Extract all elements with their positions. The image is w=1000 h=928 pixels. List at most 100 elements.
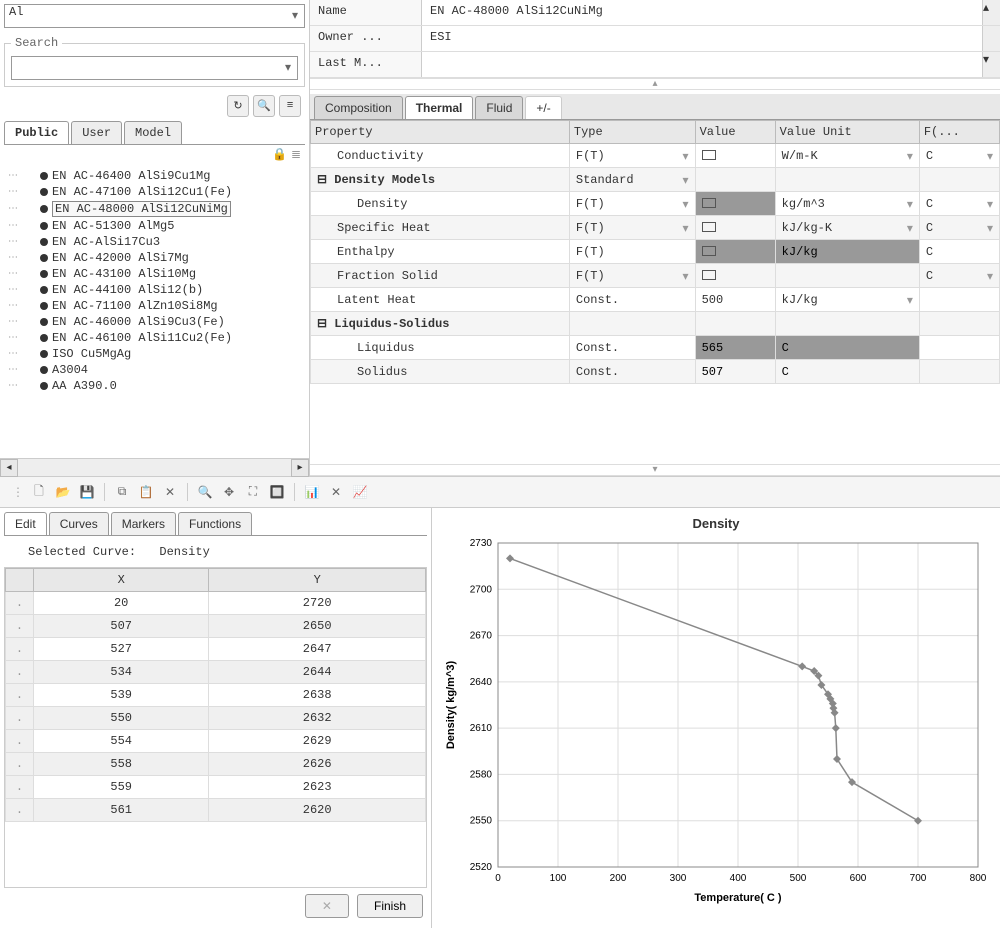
tree-item[interactable]: ⋯EN AC-46400 AlSi9Cu1Mg xyxy=(8,168,301,184)
collapse-handle-down[interactable]: ▾ xyxy=(310,464,1000,476)
scrollbar[interactable] xyxy=(982,26,1000,51)
zoom-box-icon[interactable]: ⛶ xyxy=(244,483,262,501)
prop-funit[interactable] xyxy=(919,168,999,192)
row-header[interactable]: . xyxy=(6,615,34,638)
prop-funit[interactable] xyxy=(919,360,999,384)
cell-x[interactable]: 527 xyxy=(34,638,209,661)
tree-item[interactable]: ⋯EN AC-48000 AlSi12CuNiMg xyxy=(8,200,301,218)
tab-plus[interactable]: +/- xyxy=(525,96,561,119)
prop-unit[interactable]: W/m-K xyxy=(775,144,919,168)
filter-icon[interactable]: ≣ xyxy=(291,147,301,162)
collapse-handle-up[interactable]: ▴ xyxy=(310,78,1000,90)
binoculars-icon[interactable]: 🔍 xyxy=(253,95,275,117)
tree-item[interactable]: ⋯EN AC-AlSi17Cu3 xyxy=(8,234,301,250)
type-select[interactable]: Al xyxy=(4,4,305,28)
tree-item[interactable]: ⋯EN AC-47100 AlSi12Cu1(Fe) xyxy=(8,184,301,200)
prop-funit[interactable]: C xyxy=(919,192,999,216)
scroll-up-icon[interactable]: ▴ xyxy=(982,0,1000,25)
tab-user[interactable]: User xyxy=(71,121,122,144)
prop-value[interactable]: 500 xyxy=(695,288,775,312)
tree-item[interactable]: ⋯A3004 xyxy=(8,362,301,378)
tree-item[interactable]: ⋯EN AC-46100 AlSi11Cu2(Fe) xyxy=(8,330,301,346)
tab-edit[interactable]: Edit xyxy=(4,512,47,535)
prop-value[interactable] xyxy=(695,312,775,336)
cell-x[interactable]: 554 xyxy=(34,730,209,753)
cell-y[interactable]: 2629 xyxy=(209,730,426,753)
col-header[interactable]: F(... xyxy=(919,121,999,144)
cell-x[interactable]: 559 xyxy=(34,776,209,799)
cell-y[interactable]: 2632 xyxy=(209,707,426,730)
prop-type[interactable]: F(T) xyxy=(569,264,695,288)
zoom-icon[interactable]: 🔍 xyxy=(196,483,214,501)
cell-x[interactable]: 561 xyxy=(34,799,209,822)
prop-funit[interactable]: C xyxy=(919,144,999,168)
row-header[interactable]: . xyxy=(6,776,34,799)
cell-y[interactable]: 2620 xyxy=(209,799,426,822)
row-header[interactable]: . xyxy=(6,753,34,776)
prop-value[interactable]: 507 xyxy=(695,360,775,384)
prop-type[interactable]: F(T) xyxy=(569,144,695,168)
finish-button[interactable]: Finish xyxy=(357,894,423,918)
prop-type[interactable]: Const. xyxy=(569,360,695,384)
prop-funit[interactable]: C xyxy=(919,216,999,240)
row-header[interactable]: . xyxy=(6,638,34,661)
cell-x[interactable]: 534 xyxy=(34,661,209,684)
cell-y[interactable]: 2626 xyxy=(209,753,426,776)
refresh-icon[interactable]: ↻ xyxy=(227,95,249,117)
tab-composition[interactable]: Composition xyxy=(314,96,403,119)
row-header[interactable]: . xyxy=(6,707,34,730)
list-icon[interactable]: ≡ xyxy=(279,95,301,117)
scroll-left-icon[interactable]: ◂ xyxy=(0,459,18,477)
prop-value[interactable] xyxy=(695,168,775,192)
tab-model[interactable]: Model xyxy=(124,121,182,144)
tab-fluid[interactable]: Fluid xyxy=(475,96,523,119)
tab-public[interactable]: Public xyxy=(4,121,69,144)
row-header[interactable]: . xyxy=(6,661,34,684)
tab-functions[interactable]: Functions xyxy=(178,512,252,535)
cell-x[interactable]: 507 xyxy=(34,615,209,638)
prop-unit[interactable] xyxy=(775,168,919,192)
prop-unit[interactable]: C xyxy=(775,336,919,360)
col-header[interactable]: Value xyxy=(695,121,775,144)
prop-unit[interactable]: C xyxy=(775,360,919,384)
prop-type[interactable]: F(T) xyxy=(569,240,695,264)
prop-funit[interactable] xyxy=(919,312,999,336)
prop-type[interactable]: Const. xyxy=(569,288,695,312)
col-header[interactable]: Property xyxy=(311,121,570,144)
scroll-down-icon[interactable]: ▾ xyxy=(982,52,1000,77)
save-icon[interactable]: 💾 xyxy=(78,483,96,501)
zoom-fit-icon[interactable]: 🔲 xyxy=(268,483,286,501)
search-input[interactable] xyxy=(11,56,298,80)
paste-icon[interactable]: 📋 xyxy=(137,483,155,501)
tree-item[interactable]: ⋯EN AC-42000 AlSi7Mg xyxy=(8,250,301,266)
cell-y[interactable]: 2647 xyxy=(209,638,426,661)
tree-item[interactable]: ⋯ISO Cu5MgAg xyxy=(8,346,301,362)
col-x[interactable]: X xyxy=(34,569,209,592)
row-header[interactable]: . xyxy=(6,592,34,615)
cell-y[interactable]: 2638 xyxy=(209,684,426,707)
open-icon[interactable]: 📂 xyxy=(54,483,72,501)
prop-funit[interactable] xyxy=(919,336,999,360)
prop-type[interactable] xyxy=(569,312,695,336)
prop-value[interactable] xyxy=(695,240,775,264)
scroll-right-icon[interactable]: ▸ xyxy=(291,459,309,477)
axes-icon[interactable]: 📈 xyxy=(351,483,369,501)
prop-value[interactable] xyxy=(695,216,775,240)
cell-x[interactable]: 539 xyxy=(34,684,209,707)
header-value[interactable]: EN AC-48000 AlSi12CuNiMg xyxy=(422,0,982,25)
prop-unit[interactable]: kg/m^3 xyxy=(775,192,919,216)
prop-value[interactable] xyxy=(695,192,775,216)
cell-y[interactable]: 2623 xyxy=(209,776,426,799)
prop-unit[interactable] xyxy=(775,312,919,336)
tree-item[interactable]: ⋯EN AC-51300 AlMg5 xyxy=(8,218,301,234)
prop-type[interactable]: F(T) xyxy=(569,216,695,240)
col-y[interactable]: Y xyxy=(209,569,426,592)
cell-x[interactable]: 550 xyxy=(34,707,209,730)
prop-funit[interactable] xyxy=(919,288,999,312)
cell-y[interactable]: 2720 xyxy=(209,592,426,615)
cell-y[interactable]: 2650 xyxy=(209,615,426,638)
col-header[interactable]: Type xyxy=(569,121,695,144)
material-tree[interactable]: ⋯EN AC-46400 AlSi9Cu1Mg⋯EN AC-47100 AlSi… xyxy=(0,164,309,458)
prop-value[interactable] xyxy=(695,264,775,288)
hscroll[interactable]: ◂ ▸ xyxy=(0,458,309,476)
